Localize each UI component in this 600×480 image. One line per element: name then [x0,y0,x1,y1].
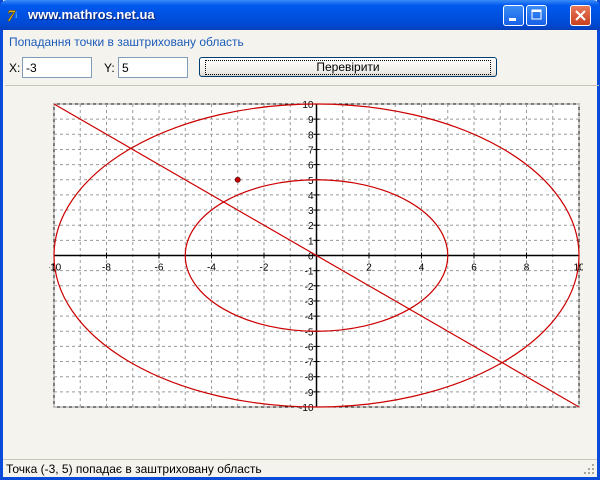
y-tick-label: -1 [305,267,314,278]
chart: -10-8-6-4-2246810-10-9-8-7-6-5-4-3-2-101… [49,100,583,412]
y-tick-label: 7 [308,145,314,156]
y-tick-label: -4 [305,312,314,323]
y-tick-label: 1 [308,236,314,247]
close-icon [575,10,586,21]
y-tick-label: -5 [305,327,314,338]
check-button-label: Перевірити [205,59,491,75]
resize-grip-icon[interactable] [583,463,595,475]
status-text: Точка (-3, 5) попадає в заштриховану обл… [6,462,262,476]
y-tick-label: -6 [305,342,314,353]
close-button[interactable] [570,5,591,26]
app-logo-icon: 7 i [6,6,24,26]
x-tick-label: -6 [155,263,164,274]
y-tick-label: 3 [308,206,314,217]
y-tick-label: 6 [308,161,314,172]
y-tick-label: 2 [308,221,314,232]
x-tick-label: 2 [366,263,372,274]
form-caption: Попадання точки в заштриховану область [9,35,244,49]
data-point [234,176,241,183]
plot-area: -10-8-6-4-2246810-10-9-8-7-6-5-4-3-2-101… [5,85,599,457]
y-tick-label: 5 [308,176,314,187]
y-tick-label: 8 [308,130,314,141]
x-label: X: [9,61,21,75]
title-bar[interactable]: 7 i www.mathros.net.ua [0,0,600,30]
maximize-button[interactable] [526,5,547,26]
y-tick-label: -2 [305,282,314,293]
minimize-icon [509,18,516,21]
svg-text:i: i [15,10,18,20]
status-bar: Точка (-3, 5) попадає в заштриховану обл… [3,459,597,477]
app-window: 7 i www.mathros.net.ua Попадання точки в… [0,0,600,480]
x-tick-label: -4 [207,263,216,274]
x-tick-label: 4 [419,263,425,274]
y-tick-label: -9 [305,388,314,399]
y-label: Y: [104,61,115,75]
x-tick-label: 6 [471,263,477,274]
x-tick-label: -8 [102,263,111,274]
y-tick-label: -3 [305,297,314,308]
y-tick-label: 9 [308,115,314,126]
x-tick-label: 8 [524,263,530,274]
window-title: www.mathros.net.ua [28,7,155,22]
y-input[interactable] [118,57,188,78]
y-tick-label: -8 [305,373,314,384]
x-input[interactable] [22,57,92,78]
y-tick-label: 4 [308,191,314,202]
x-tick-label: -2 [260,263,269,274]
maximize-icon [531,9,542,20]
y-tick-label: 10 [302,100,314,111]
check-button[interactable]: Перевірити [199,57,497,77]
minimize-button[interactable] [503,5,524,26]
y-tick-label: -7 [305,358,314,369]
